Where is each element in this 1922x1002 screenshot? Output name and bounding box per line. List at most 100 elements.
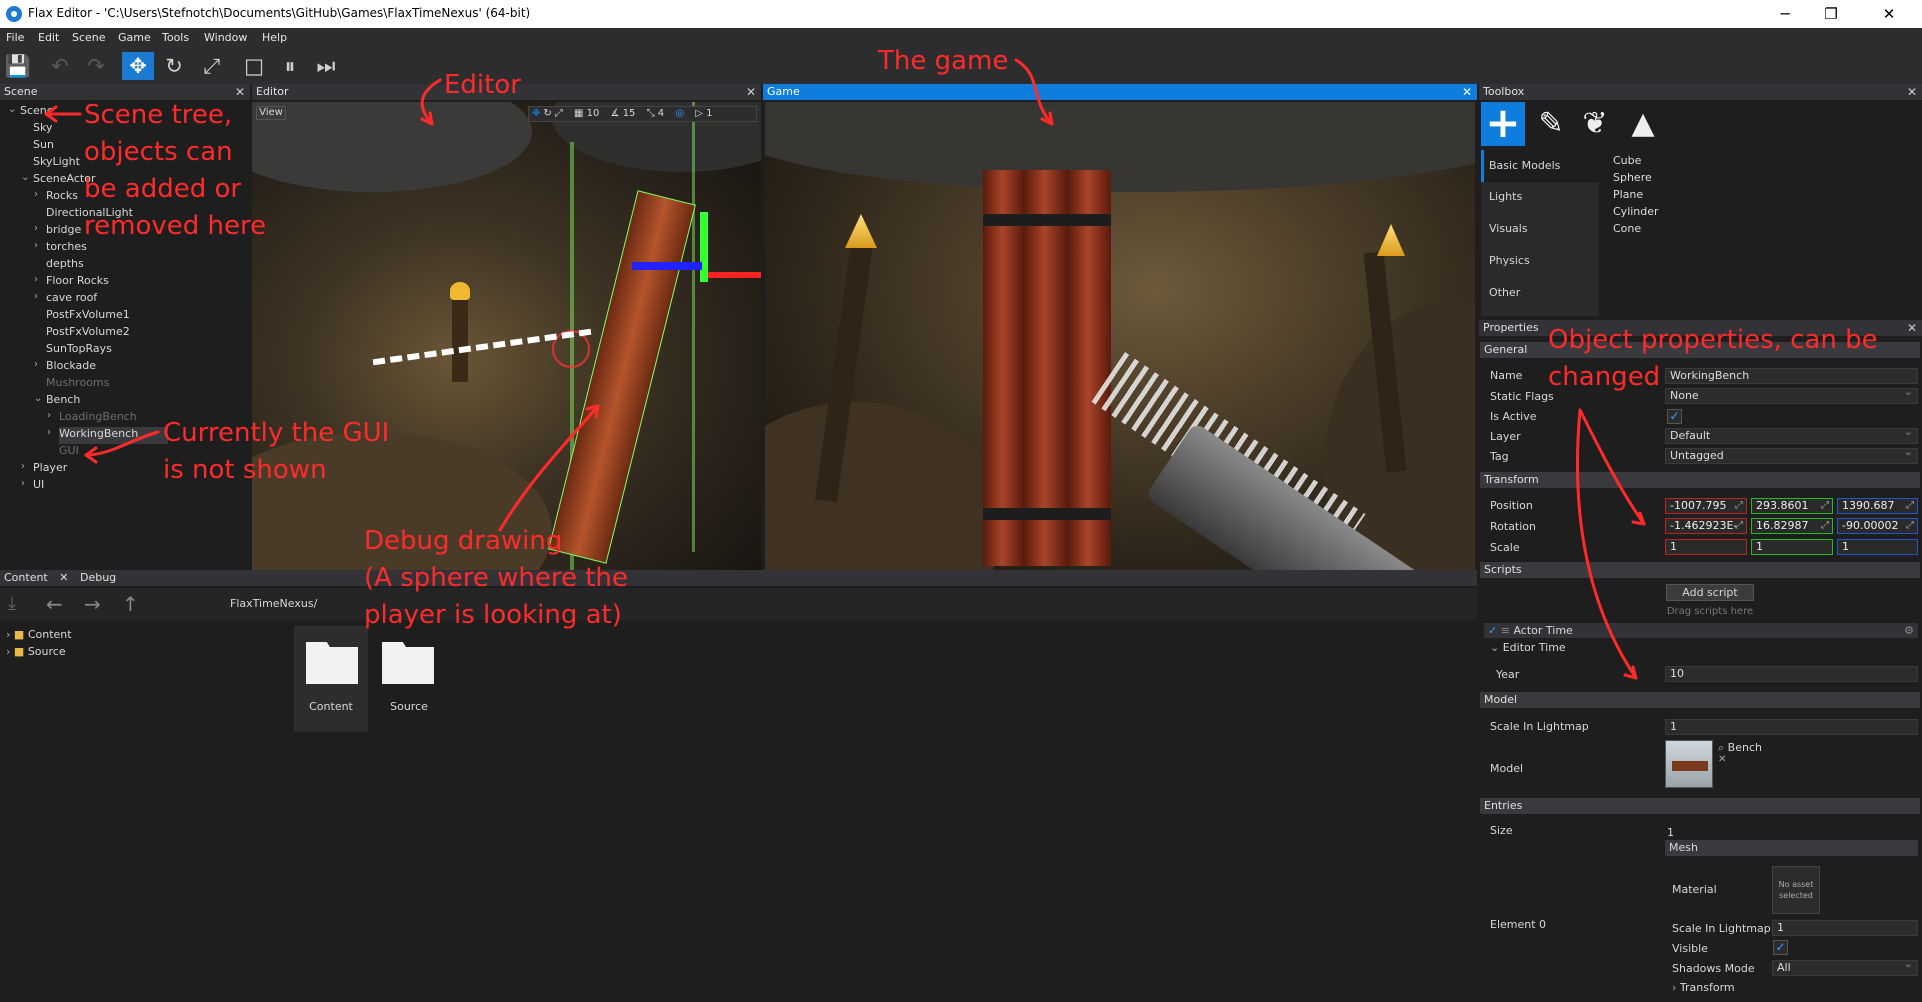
- gear-icon[interactable]: ⚙: [1904, 623, 1914, 638]
- toolbox-item-cube[interactable]: Cube: [1613, 154, 1641, 167]
- section-model[interactable]: Model: [1480, 692, 1920, 708]
- search-icon[interactable]: ⌕: [1718, 741, 1724, 754]
- gizmo-x-axis[interactable]: [708, 272, 761, 278]
- section-scripts[interactable]: Scripts: [1480, 562, 1920, 578]
- menu-tools[interactable]: Tools: [162, 31, 189, 44]
- model-thumbnail[interactable]: [1665, 740, 1713, 788]
- rotate-icon[interactable]: ↻: [158, 52, 190, 80]
- scene-tree-item[interactable]: ⌄ Scene: [8, 104, 54, 121]
- tab-content[interactable]: Content: [4, 571, 48, 584]
- tab-debug[interactable]: Debug: [80, 571, 116, 584]
- game-viewport[interactable]: [765, 102, 1475, 570]
- menu-window[interactable]: Window: [204, 31, 247, 44]
- toolbox-item-sphere[interactable]: Sphere: [1613, 171, 1652, 184]
- close-icon[interactable]: ✕: [1462, 84, 1472, 100]
- camera-speed-icon[interactable]: ▷: [695, 108, 703, 119]
- folder-content[interactable]: Content: [294, 626, 368, 732]
- shadows-mode-dropdown[interactable]: All: [1772, 960, 1918, 976]
- scale-icon[interactable]: ⤢: [196, 52, 228, 80]
- scene-tree-item[interactable]: Sun: [33, 138, 54, 155]
- up-icon[interactable]: ↑: [122, 592, 139, 616]
- close-icon[interactable]: ✕: [1907, 320, 1917, 336]
- scene-tree-item[interactable]: › LoadingBench: [47, 410, 137, 427]
- rotation-x-field[interactable]: -1.462923E- ⤢: [1665, 518, 1747, 534]
- scene-tree-item[interactable]: ⌄ Bench: [34, 393, 80, 410]
- editor-viewport[interactable]: View ✥ ↻ ⤢ ▦ 10 ∡ 15 ⤡ 4 ◎ ▷ 1: [252, 102, 761, 570]
- scene-tree-item[interactable]: SunTopRays: [46, 342, 112, 359]
- angle-snap-icon[interactable]: ∡: [611, 108, 620, 119]
- close-button[interactable]: ✕: [1866, 0, 1912, 28]
- chevron-right-icon[interactable]: ›: [34, 189, 38, 200]
- scene-tree-item[interactable]: › bridge: [34, 223, 81, 240]
- tree-item-content[interactable]: › ■ Content: [6, 628, 72, 641]
- grid-icon[interactable]: ▦: [574, 108, 583, 119]
- rotate-mode-icon[interactable]: ↻: [543, 108, 551, 119]
- scale-snap-icon[interactable]: ⤡: [647, 108, 655, 119]
- position-x-field[interactable]: -1007.795 ⤢: [1665, 498, 1747, 514]
- foliage-icon[interactable]: ❦: [1575, 104, 1615, 144]
- tag-dropdown[interactable]: Untagged: [1665, 448, 1918, 464]
- step-icon[interactable]: ⏭: [310, 52, 342, 80]
- scene-tree-item[interactable]: › WorkingBench: [47, 427, 169, 444]
- chevron-right-icon[interactable]: ›: [34, 240, 38, 251]
- scene-tree-item[interactable]: Sky: [33, 121, 52, 138]
- rotation-y-field[interactable]: 16.82987 ⤢: [1751, 518, 1833, 534]
- clear-icon[interactable]: ✕: [1718, 754, 1726, 765]
- menu-edit[interactable]: Edit: [38, 31, 59, 44]
- tree-item-source[interactable]: › ■ Source: [6, 645, 66, 658]
- scale-snap-value[interactable]: 4: [658, 108, 664, 119]
- chevron-right-icon[interactable]: ›: [34, 291, 38, 302]
- scene-tree-item[interactable]: › torches: [34, 240, 87, 257]
- editor-time-group[interactable]: ⌄ Editor Time: [1490, 641, 1566, 654]
- chevron-right-icon[interactable]: ›: [34, 223, 38, 234]
- translate-icon[interactable]: ✥: [122, 52, 154, 80]
- save-icon[interactable]: 💾: [2, 52, 34, 80]
- stop-icon[interactable]: □: [238, 52, 270, 80]
- chevron-down-icon[interactable]: ⌄: [8, 104, 16, 115]
- close-icon[interactable]: ✕: [746, 84, 756, 100]
- redo-icon[interactable]: ↷: [80, 52, 112, 80]
- script-enabled-checkbox[interactable]: ✓: [1488, 624, 1497, 637]
- model-picker[interactable]: ⌕ Bench: [1718, 741, 1762, 755]
- add-models-icon[interactable]: +: [1481, 102, 1525, 146]
- menu-game[interactable]: Game: [118, 31, 151, 44]
- globe-icon[interactable]: ◎: [675, 108, 684, 119]
- section-transform[interactable]: Transform: [1480, 472, 1920, 488]
- scene-tree-item[interactable]: PostFxVolume1: [46, 308, 130, 325]
- menu-scene[interactable]: Scene: [72, 31, 106, 44]
- gizmo-z-axis[interactable]: [632, 262, 702, 270]
- scene-tree-item[interactable]: › UI: [21, 478, 44, 495]
- angle-snap-value[interactable]: 15: [623, 108, 636, 119]
- section-entries[interactable]: Entries: [1480, 798, 1920, 814]
- mesh-header[interactable]: Mesh: [1665, 840, 1918, 856]
- chevron-right-icon[interactable]: ›: [34, 274, 38, 285]
- minimize-button[interactable]: ─: [1762, 0, 1808, 28]
- scene-tree-item[interactable]: SkyLight: [33, 155, 80, 172]
- undo-icon[interactable]: ↶: [44, 52, 76, 80]
- chevron-right-icon[interactable]: ›: [34, 359, 38, 370]
- pause-icon[interactable]: ⏸: [274, 52, 306, 80]
- position-y-field[interactable]: 293.8601 ⤢: [1751, 498, 1833, 514]
- terrain-icon[interactable]: ▲: [1623, 104, 1663, 144]
- rotation-z-field[interactable]: -90.00002 ⤢: [1837, 518, 1918, 534]
- scene-tree-item[interactable]: Mushrooms: [46, 376, 109, 393]
- close-icon[interactable]: ✕: [59, 571, 68, 584]
- scale-mode-icon[interactable]: ⤢: [555, 108, 563, 119]
- script-actor-time[interactable]: ✓ ≡ Actor Time ⚙: [1484, 623, 1918, 638]
- scene-tree-item[interactable]: › Floor Rocks: [34, 274, 109, 291]
- brush-icon[interactable]: ✎: [1531, 104, 1571, 144]
- category-other[interactable]: Other: [1489, 286, 1520, 299]
- translate-mode-icon[interactable]: ✥: [532, 108, 540, 119]
- material-slot[interactable]: No asset selected: [1772, 866, 1820, 914]
- scale-x-field[interactable]: 1: [1665, 539, 1747, 555]
- scale-in-lightmap-field[interactable]: 1: [1665, 719, 1918, 735]
- scene-tree-item[interactable]: › cave roof: [34, 291, 97, 308]
- gizmo-y-axis[interactable]: [700, 212, 708, 282]
- mesh-scale-in-lightmap-field[interactable]: 1: [1772, 920, 1918, 936]
- scene-tree-item[interactable]: › Player: [21, 461, 67, 478]
- import-icon[interactable]: ⤓: [8, 593, 16, 614]
- chevron-right-icon[interactable]: ›: [47, 410, 51, 421]
- scene-tree-item[interactable]: PostFxVolume2: [46, 325, 130, 342]
- back-icon[interactable]: ←: [46, 592, 63, 616]
- scale-z-field[interactable]: 1: [1837, 539, 1918, 555]
